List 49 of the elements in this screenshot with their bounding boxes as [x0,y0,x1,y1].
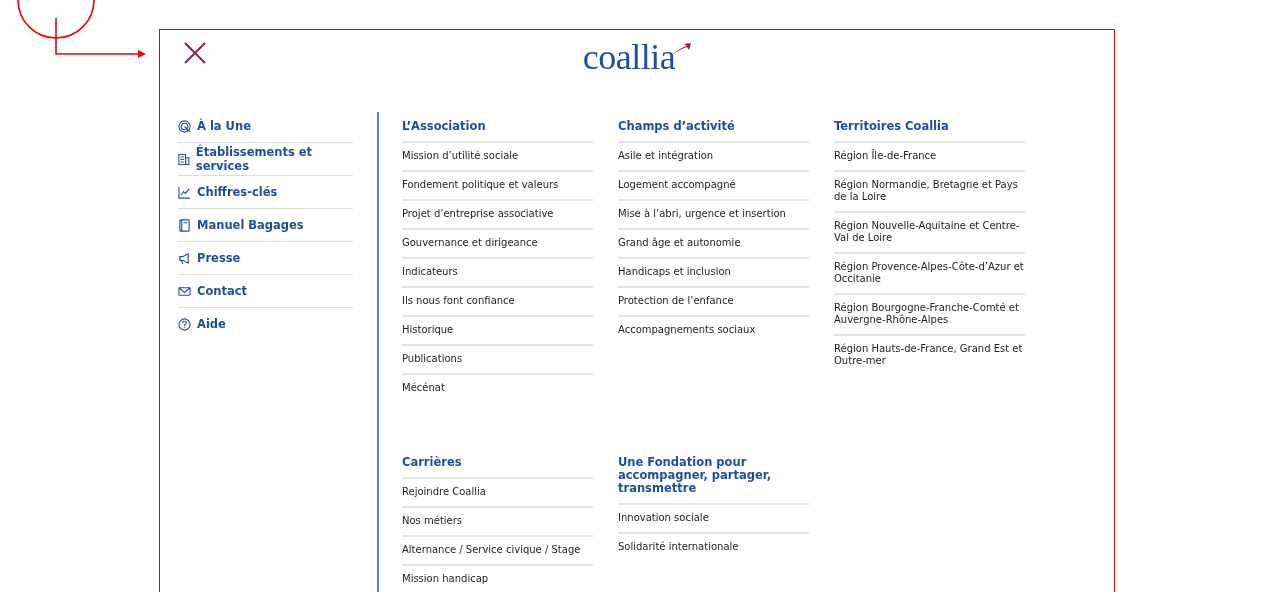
menu-link[interactable]: Publications [402,346,593,375]
menu-link[interactable]: Rejoindre Coallia [402,479,593,508]
nav-link[interactable]: Manuel Bagages [178,209,353,242]
menu-link[interactable]: Ils nous font confiance [402,288,593,317]
nav-link[interactable]: Établissements et services [178,143,353,176]
menu-link[interactable]: Nos métiers [402,508,593,537]
menu-link[interactable]: Région Provence-Alpes-Côte-d’Azur et Occitanie [834,254,1025,295]
menu-link[interactable]: Innovation sociale [618,505,809,534]
section-heading: L’Association [402,110,593,143]
menu-link[interactable]: Asile et intégration [618,143,809,172]
nav-link[interactable]: Contact [178,275,353,308]
menu-link[interactable]: Fondement politique et valeurs [402,172,593,201]
section-heading: Une Fondation pour accompagner, partager, transmettre [618,446,809,505]
menu-link[interactable]: Mission handicap [402,566,593,592]
menu-link[interactable]: Région Hauts-de-France, Grand Est et Outre-mer [834,336,1025,375]
chart-icon [178,185,191,199]
menu-link[interactable]: Région Normandie, Bretagne et Pays de la Loire [834,172,1025,213]
section-heading: Carrières [402,446,593,479]
menu-link[interactable]: Mission d’utilité sociale [402,143,593,172]
target-icon [178,119,191,133]
menu-link[interactable]: Alternance / Service civique / Stage [402,537,593,566]
menu-link[interactable]: Gouvernance et dirigeance [402,230,593,259]
menu-link[interactable]: Handicaps et inclusion [618,259,809,288]
menu-link[interactable]: Logement accompagné [618,172,809,201]
menu-link[interactable]: Région Île-de-France [834,143,1025,172]
help-icon [178,317,191,331]
menu-link[interactable]: Projet d’entreprise associative [402,201,593,230]
nav-link[interactable]: Chiffres-clés [178,176,353,209]
close-icon[interactable] [183,41,207,65]
megaphone-icon [178,251,191,265]
section-heading: Territoires Coallia [834,110,1025,143]
menu-link[interactable]: Grand âge et autonomie [618,230,809,259]
menu-link[interactable]: Mécénat [402,375,593,402]
nav-link[interactable]: Presse [178,242,353,275]
logo[interactable]: coallia [582,38,692,76]
section-heading: Champs d’activité [618,110,809,143]
menu-link[interactable]: Mise à l’abri, urgence et insertion [618,201,809,230]
building-icon [178,152,190,166]
menu-link[interactable]: Historique [402,317,593,346]
menu-link[interactable]: Accompagnements sociaux [618,317,809,344]
book-icon [178,218,191,232]
menu-link[interactable]: Région Nouvelle-Aquitaine et Centre-Val de Loire [834,213,1025,254]
menu-link[interactable]: Solidarité internationale [618,534,809,561]
mail-icon [178,284,191,298]
menu-link[interactable]: Protection de l’enfance [618,288,809,317]
menu-link[interactable]: Région Bourgogne-Franche-Comté et Auvergne-Rhône-Alpes [834,295,1025,336]
menu-link[interactable]: Indicateurs [402,259,593,288]
nav-link[interactable]: Aide [178,308,353,340]
nav-link[interactable]: À la Une [178,110,353,143]
